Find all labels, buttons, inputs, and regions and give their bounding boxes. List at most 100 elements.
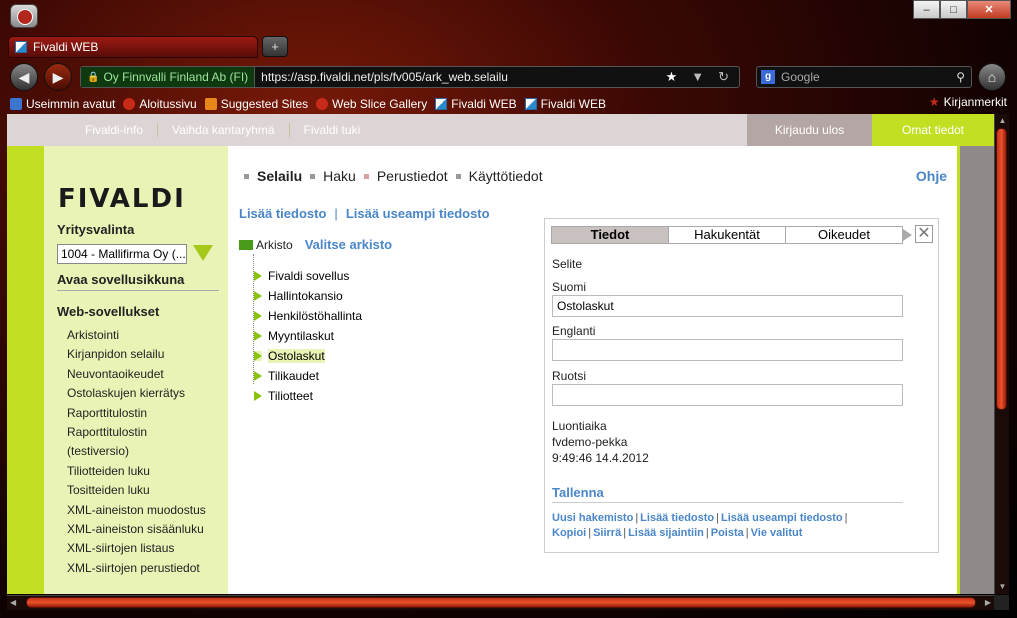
play-icon[interactable] <box>903 229 912 241</box>
scroll-up-icon[interactable]: ▲ <box>995 114 1010 128</box>
sidebar-item-tositteiden-luku[interactable]: Tositteiden luku <box>67 481 206 500</box>
created-by: fvdemo-pekka <box>552 435 628 449</box>
browser-tab[interactable]: Fivaldi WEB <box>8 36 258 58</box>
bookmark-label: Fivaldi WEB <box>540 97 606 111</box>
browser-app-button[interactable] <box>10 4 38 28</box>
sidebar-item-kirjanpidon-selailu[interactable]: Kirjanpidon selailu <box>67 345 206 364</box>
suomi-label: Suomi <box>552 280 587 294</box>
triangle-down-icon[interactable] <box>193 245 213 261</box>
tree-root[interactable]: Arkisto <box>256 238 293 252</box>
new-folder-link[interactable]: Uusi hakemisto <box>552 512 633 524</box>
copy-link[interactable]: Kopioi <box>552 527 586 539</box>
site-identity[interactable]: 🔒 Oy Finnvalli Finland Ab (FI) <box>81 67 256 87</box>
tree-item[interactable]: Myyntilaskut <box>254 326 334 346</box>
add-file-action-link[interactable]: Lisää tiedosto <box>640 512 714 524</box>
bookmark-item[interactable]: Fivaldi WEB <box>435 97 517 111</box>
sidebar-item-testiversio[interactable]: (testiversio) <box>67 442 206 461</box>
choose-archive-link[interactable]: Valitse arkisto <box>305 237 392 252</box>
tab-haku[interactable]: Haku <box>323 168 356 184</box>
add-many-action-link[interactable]: Lisää useampi tiedosto <box>721 512 843 524</box>
home-button[interactable]: ⌂ <box>978 63 1006 91</box>
star-icon[interactable]: ★ <box>666 69 678 85</box>
delete-link[interactable]: Poista <box>711 527 744 539</box>
logout-button[interactable]: Kirjaudu ulos <box>747 114 872 146</box>
resize-grip-icon[interactable] <box>994 595 1009 610</box>
company-label: Yritysvalinta <box>57 222 135 237</box>
folder-icon <box>239 239 253 250</box>
maximize-icon[interactable]: □ <box>940 0 967 19</box>
search-input[interactable]: g Google ⚲ <box>756 66 972 88</box>
action-separator: | <box>705 527 709 539</box>
nav-link-vaihda-kantaryhma[interactable]: Vaihda kantaryhmä <box>158 123 290 137</box>
tab-tiedot[interactable]: Tiedot <box>552 227 669 243</box>
url-text[interactable]: https://asp.fivaldi.net/pls/fv005/ark_we… <box>255 70 665 84</box>
magnifier-icon[interactable]: ⚲ <box>956 70 965 84</box>
scroll-right-icon[interactable]: ▶ <box>985 598 991 607</box>
forward-button[interactable]: ▶ <box>44 63 72 91</box>
englanti-field[interactable] <box>552 339 903 361</box>
help-link[interactable]: Ohje <box>916 168 947 184</box>
tree-item[interactable]: Tiliotteet <box>254 386 313 406</box>
nav-link-fivaldi-info[interactable]: Fivaldi-info <box>71 123 159 137</box>
minimize-icon[interactable]: – <box>913 0 940 19</box>
move-link[interactable]: Siirrä <box>593 527 621 539</box>
tree-item[interactable]: Tilikaudet <box>254 366 319 386</box>
bookmarks-menu[interactable]: ★ Kirjanmerkit <box>929 95 1007 109</box>
bullet-icon <box>455 173 461 179</box>
bookmark-item[interactable]: Aloitussivu <box>123 97 197 111</box>
bookmarks-toolbar: Useimmin avatut Aloitussivu Suggested Si… <box>10 95 606 113</box>
sidebar-item-xml-listaus[interactable]: XML-siirtojen listaus <box>67 539 206 558</box>
add-file-link[interactable]: Lisää tiedosto <box>239 206 326 221</box>
tab-kayttotiedot[interactable]: Käyttötiedot <box>469 168 543 184</box>
scroll-left-icon[interactable]: ◀ <box>10 598 16 607</box>
sidebar-item-xml-sisaanluku[interactable]: XML-aineiston sisäänluku <box>67 520 206 539</box>
tree-item[interactable]: Fivaldi sovellus <box>254 266 349 286</box>
selite-label: Selite <box>552 257 583 271</box>
close-icon[interactable]: ✕ <box>915 225 933 243</box>
bookmark-item[interactable]: Useimmin avatut <box>10 97 115 111</box>
sidebar-item-neuvontaoikeudet[interactable]: Neuvontaoikeudet <box>67 365 206 384</box>
company-select[interactable]: 1004 - Mallifirma Oy (... <box>57 244 187 264</box>
lock-icon: 🔒 <box>87 71 100 83</box>
tree-item[interactable]: Hallintokansio <box>254 286 343 306</box>
tree-item-selected[interactable]: Ostolaskut <box>254 346 325 366</box>
ruotsi-field[interactable] <box>552 384 903 406</box>
export-selected-link[interactable]: Vie valitut <box>751 527 803 539</box>
add-to-location-link[interactable]: Lisää sijaintiin <box>628 527 704 539</box>
sidebar-item-xml-perustiedot[interactable]: XML-siirtojen perustiedot <box>67 559 206 578</box>
reload-icon[interactable]: ↻ <box>718 69 729 85</box>
bookmark-item[interactable]: Suggested Sites <box>204 97 309 111</box>
sidebar-item-raporttitulostin[interactable]: Raporttitulostin <box>67 404 206 423</box>
sidebar-item-tiliotteiden-luku[interactable]: Tiliotteiden luku <box>67 462 206 481</box>
horizontal-scroll-thumb[interactable] <box>26 597 976 608</box>
google-icon[interactable]: g <box>761 70 775 84</box>
triangle-right-icon <box>254 371 262 381</box>
tab-hakukentat[interactable]: Hakukentät <box>669 227 786 243</box>
sidebar-item-raporttitulostin-test[interactable]: Raporttitulostin <box>67 423 206 442</box>
bookmark-label: Suggested Sites <box>220 97 309 111</box>
tab-selailu[interactable]: Selailu <box>257 168 302 184</box>
scroll-down-icon[interactable]: ▼ <box>995 580 1010 594</box>
new-tab-button[interactable]: + <box>262 36 288 57</box>
sidebar-item-xml-muodostus[interactable]: XML-aineiston muodostus <box>67 501 206 520</box>
nav-link-fivaldi-tuki[interactable]: Fivaldi tuki <box>290 123 375 137</box>
back-button[interactable]: ◀ <box>10 63 38 91</box>
add-many-files-link[interactable]: Lisää useampi tiedosto <box>346 206 490 221</box>
tab-oikeudet[interactable]: Oikeudet <box>786 227 902 243</box>
tree-item[interactable]: Henkilöstöhallinta <box>254 306 362 326</box>
open-window-link[interactable]: Avaa sovellusikkuna <box>57 272 219 291</box>
close-icon[interactable]: ✕ <box>967 0 1011 19</box>
search-placeholder: Google <box>781 70 820 84</box>
save-link[interactable]: Tallenna <box>552 485 903 503</box>
address-bar[interactable]: 🔒 Oy Finnvalli Finland Ab (FI) https://a… <box>80 66 740 88</box>
tab-perustiedot[interactable]: Perustiedot <box>377 168 448 184</box>
suomi-field[interactable] <box>552 295 903 317</box>
web-page: Fivaldi-info Vaihda kantaryhmä Fivaldi t… <box>7 114 994 594</box>
bookmark-item[interactable]: Web Slice Gallery <box>316 97 427 111</box>
sidebar-item-ostolaskujen-kierratys[interactable]: Ostolaskujen kierrätys <box>67 384 206 403</box>
sidebar-item-arkistointi[interactable]: Arkistointi <box>67 326 206 345</box>
vertical-scroll-thumb[interactable] <box>996 128 1007 410</box>
bookmark-item[interactable]: Fivaldi WEB <box>524 97 606 111</box>
my-info-button[interactable]: Omat tiedot <box>872 114 994 146</box>
dropdown-icon[interactable]: ▼ <box>691 69 704 85</box>
